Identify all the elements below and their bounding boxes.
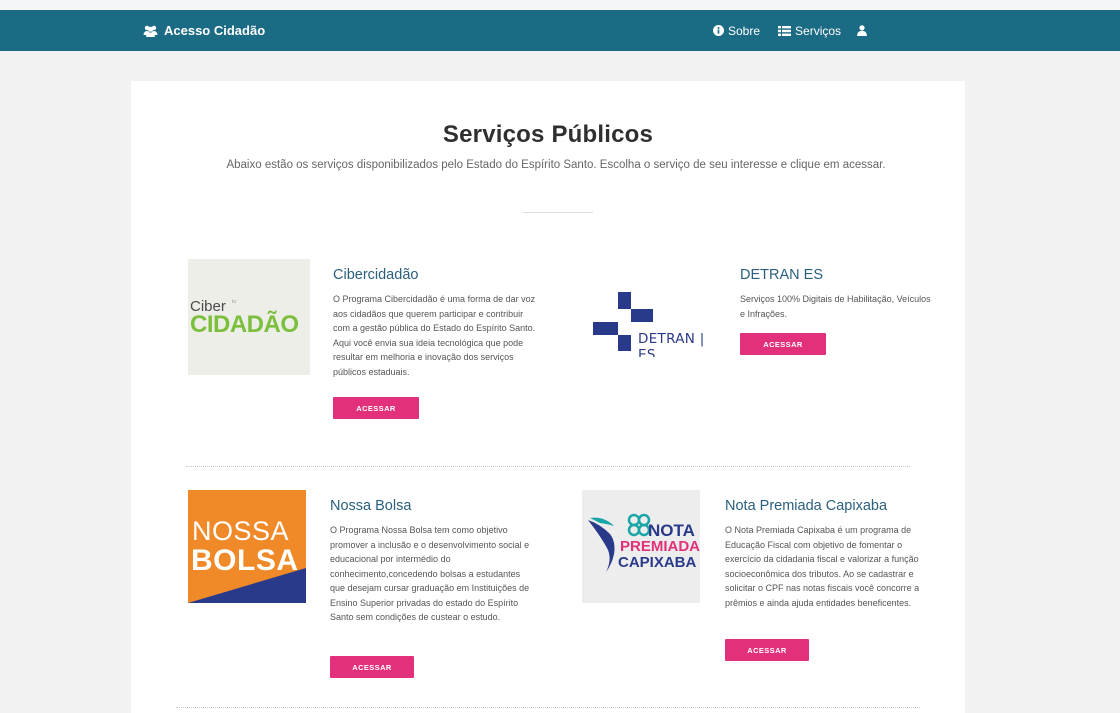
cibercidadao-logo-text-small: tu xyxy=(232,299,237,305)
nav-servicos[interactable]: Serviços xyxy=(778,24,841,38)
nota-premiada-access-button[interactable]: ACESSAR xyxy=(725,639,809,661)
user-icon xyxy=(857,25,868,36)
row-divider xyxy=(186,466,910,467)
nav-sobre-label: Sobre xyxy=(728,23,761,38)
service-desc-detran: Serviços 100% Digitais de Habilitação, V… xyxy=(740,294,931,319)
service-title-nota-premiada[interactable]: Nota Premiada Capixaba xyxy=(725,498,887,514)
page-subtitle: Abaixo estão os serviços disponibilizado… xyxy=(226,159,886,171)
brand-link[interactable]: Acesso Cidadão xyxy=(143,10,265,51)
nota-logo-text-2: PREMIADA xyxy=(620,538,700,555)
brand-title: Acesso Cidadão xyxy=(164,23,266,38)
detran-logo: DETRAN | ES xyxy=(590,287,710,357)
user-menu[interactable] xyxy=(857,25,868,36)
detran-access-button[interactable]: ACESSAR xyxy=(740,333,826,355)
nossa-bolsa-access-button[interactable]: ACESSAR xyxy=(330,656,414,678)
service-desc-nossa-bolsa: O Programa Nossa Bolsa tem como objetivo… xyxy=(330,525,530,622)
page-title: Serviços Públicos xyxy=(442,121,654,148)
service-desc-nota-premiada: O Nota Premiada Capixaba é um programa d… xyxy=(725,525,920,608)
title-divider xyxy=(523,212,593,213)
cibercidadao-logo: Ciber tu CIDADÃO xyxy=(188,259,310,375)
info-circle-icon xyxy=(713,25,724,36)
service-title-nossa-bolsa[interactable]: Nossa Bolsa xyxy=(330,498,411,514)
service-title-detran[interactable]: DETRAN ES xyxy=(740,267,823,283)
nossa-bolsa-logo-text-bottom: BOLSA xyxy=(191,544,299,577)
nota-logo-text-3: CAPIXABA xyxy=(618,554,697,571)
nossa-bolsa-logo: NOSSA BOLSA xyxy=(188,490,306,603)
cibercidadao-access-button[interactable]: ACESSAR xyxy=(333,397,419,419)
services-panel: Serviços Públicos Abaixo estão os serviç… xyxy=(131,81,965,713)
th-list-icon xyxy=(778,25,792,36)
detran-logo-text: DETRAN | ES xyxy=(638,331,705,357)
service-title-cibercidadao[interactable]: Cibercidadão xyxy=(333,267,418,283)
nav-servicos-label: Serviços xyxy=(795,23,842,38)
users-icon xyxy=(143,25,158,37)
row-divider-bottom xyxy=(176,707,920,708)
nota-premiada-logo: NOTA PREMIADA CAPIXABA xyxy=(582,490,700,603)
navbar: Acesso Cidadão Sobre Serviços xyxy=(0,10,1120,51)
nossa-bolsa-logo-text-top: NOSSA xyxy=(192,516,290,546)
cibercidadao-logo-text-bottom: CIDADÃO xyxy=(190,311,299,338)
service-desc-cibercidadao: O Programa Cibercidadão é uma forma de d… xyxy=(333,294,536,377)
top-strip xyxy=(0,0,1120,10)
nav-right: Sobre Serviços xyxy=(713,10,868,51)
nav-sobre[interactable]: Sobre xyxy=(713,24,760,38)
